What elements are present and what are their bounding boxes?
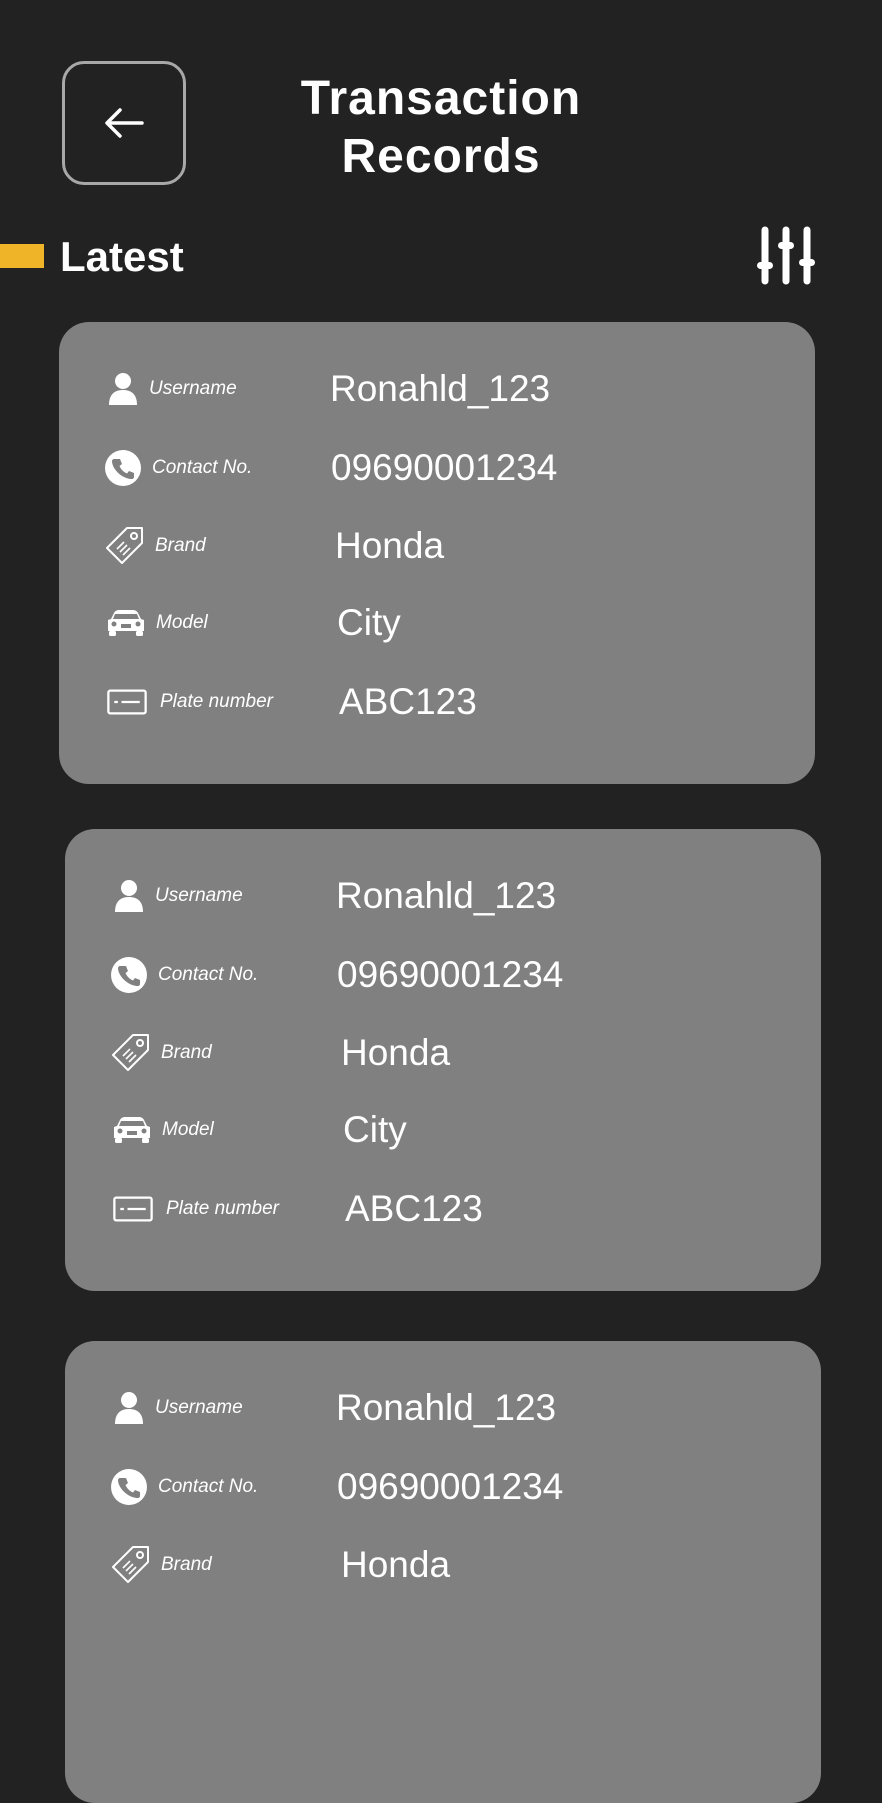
brand-value: Honda — [341, 1544, 451, 1585]
contact-value: 09690001234 — [337, 1466, 564, 1507]
transaction-card[interactable]: Username Ronahld_123 Contact No. 0969000123… — [59, 322, 815, 784]
phone-icon — [103, 450, 143, 486]
model-label: Model — [162, 1119, 214, 1140]
contact-label: Contact No. — [152, 457, 253, 478]
model-label: Model — [156, 612, 208, 633]
transaction-card[interactable]: Username Ronahld_123 Contact No. 0969000123… — [65, 829, 821, 1291]
record-row-contact: Contact No. 09690001234 — [59, 443, 815, 493]
page-title: Transaction Records — [240, 70, 642, 186]
record-row-contact: Contact No. 09690001234 — [65, 950, 821, 1000]
record-row-brand: Brand Honda — [65, 1028, 821, 1078]
filter-button[interactable] — [756, 226, 816, 286]
model-value: City — [337, 602, 401, 643]
brand-value: Honda — [341, 1032, 451, 1073]
username-label: Username — [155, 885, 243, 906]
car-icon — [106, 605, 146, 641]
plate-label: Plate number — [166, 1198, 280, 1219]
phone-icon — [109, 957, 149, 993]
sliders-icon — [757, 226, 815, 285]
page-title-line2: Records — [341, 130, 541, 183]
username-value: Ronahld_123 — [336, 875, 557, 916]
tag-icon — [111, 1546, 151, 1583]
brand-label: Brand — [161, 1042, 212, 1063]
user-icon — [109, 878, 149, 914]
license-plate-icon — [113, 1191, 153, 1227]
record-row-model: Model City — [59, 598, 815, 648]
section-accent-bar — [0, 244, 44, 268]
plate-value: ABC123 — [345, 1188, 483, 1229]
username-value: Ronahld_123 — [330, 368, 551, 409]
record-row-model: Model City — [65, 1105, 821, 1155]
username-value: Ronahld_123 — [336, 1387, 557, 1428]
username-label: Username — [149, 378, 237, 399]
record-row-plate: Plate number ABC123 — [65, 1184, 821, 1234]
plate-value: ABC123 — [339, 681, 477, 722]
record-row-username: Username Ronahld_123 — [65, 871, 821, 921]
record-row-brand: Brand Honda — [59, 521, 815, 571]
arrow-left-icon — [105, 108, 144, 138]
back-button[interactable] — [62, 61, 186, 185]
record-row-brand: Brand Honda — [65, 1540, 821, 1590]
user-icon — [103, 371, 143, 407]
car-icon — [112, 1112, 152, 1148]
transaction-card[interactable]: Username Ronahld_123 Contact No. 0969000123… — [65, 1341, 821, 1803]
tag-icon — [111, 1034, 151, 1071]
brand-value: Honda — [335, 525, 445, 566]
record-row-contact: Contact No. 09690001234 — [65, 1462, 821, 1512]
user-icon — [109, 1390, 149, 1426]
phone-icon — [109, 1469, 149, 1505]
brand-label: Brand — [161, 1554, 212, 1575]
record-row-plate: Plate number ABC123 — [59, 677, 815, 727]
plate-label: Plate number — [160, 691, 274, 712]
contact-value: 09690001234 — [331, 447, 558, 488]
contact-label: Contact No. — [158, 964, 259, 985]
username-label: Username — [155, 1397, 243, 1418]
license-plate-icon — [107, 684, 147, 720]
record-row-username: Username Ronahld_123 — [59, 364, 815, 414]
section-title: Latest — [60, 233, 184, 280]
contact-label: Contact No. — [158, 1476, 259, 1497]
page-title-line1: Transaction — [300, 72, 582, 125]
contact-value: 09690001234 — [337, 954, 564, 995]
tag-icon — [105, 527, 145, 564]
brand-label: Brand — [155, 535, 206, 556]
record-row-username: Username Ronahld_123 — [65, 1383, 821, 1433]
model-value: City — [343, 1109, 407, 1150]
